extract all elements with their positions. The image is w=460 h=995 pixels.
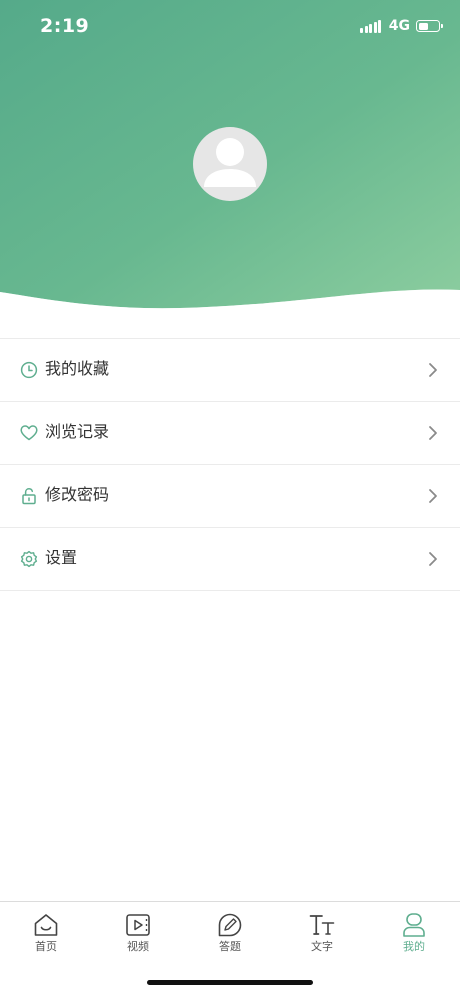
- profile-menu: 我的收藏 浏览记录 修改密码 设置: [0, 338, 460, 591]
- profile-screen: 2:19 4G 我的收藏 浏览记录 修改密码 设置 首页 视频 答题 文字 我的: [0, 0, 460, 995]
- tab-label: 文字: [311, 940, 333, 953]
- tab-label: 视频: [127, 940, 149, 953]
- edit-icon: [218, 913, 242, 937]
- battery-level: [418, 22, 428, 30]
- chevron-right-icon: [429, 426, 437, 440]
- video-icon: [126, 914, 150, 936]
- tab-video[interactable]: 视频: [92, 910, 184, 956]
- user-avatar-icon[interactable]: [193, 127, 267, 201]
- unlock-icon: [22, 488, 36, 505]
- menu-item-label: 浏览记录: [45, 422, 110, 441]
- chevron-right-icon: [429, 363, 437, 377]
- heart-icon: [20, 425, 38, 441]
- battery-icon: [416, 20, 443, 32]
- tab-label: 我的: [403, 940, 425, 953]
- menu-item-history[interactable]: 浏览记录: [0, 402, 460, 465]
- home-icon: [34, 914, 58, 936]
- tab-label: 首页: [35, 940, 57, 953]
- clock-icon: [20, 361, 38, 379]
- status-time: 2:19: [40, 15, 90, 37]
- chevron-right-icon: [429, 552, 437, 566]
- home-indicator[interactable]: [147, 980, 313, 985]
- status-indicators: 4G: [360, 17, 443, 35]
- menu-item-label: 修改密码: [45, 485, 110, 504]
- gear-icon: [20, 550, 38, 568]
- status-bar: 2:19 4G: [0, 0, 460, 54]
- network-type: 4G: [388, 18, 410, 34]
- text-icon: [309, 915, 335, 935]
- menu-item-change-password[interactable]: 修改密码: [0, 465, 460, 528]
- tab-home[interactable]: 首页: [0, 910, 92, 956]
- profile-icon: [403, 913, 425, 937]
- signal-icon: [360, 19, 383, 33]
- tab-quiz[interactable]: 答题: [184, 910, 276, 956]
- profile-header: 2:19 4G: [0, 0, 460, 340]
- menu-item-label: 我的收藏: [45, 359, 110, 378]
- tab-label: 答题: [219, 940, 241, 953]
- chevron-right-icon: [429, 489, 437, 503]
- menu-item-settings[interactable]: 设置: [0, 528, 460, 591]
- tab-text[interactable]: 文字: [276, 910, 368, 956]
- menu-item-favorites[interactable]: 我的收藏: [0, 339, 460, 402]
- tab-mine[interactable]: 我的: [368, 910, 460, 956]
- menu-item-label: 设置: [45, 548, 78, 567]
